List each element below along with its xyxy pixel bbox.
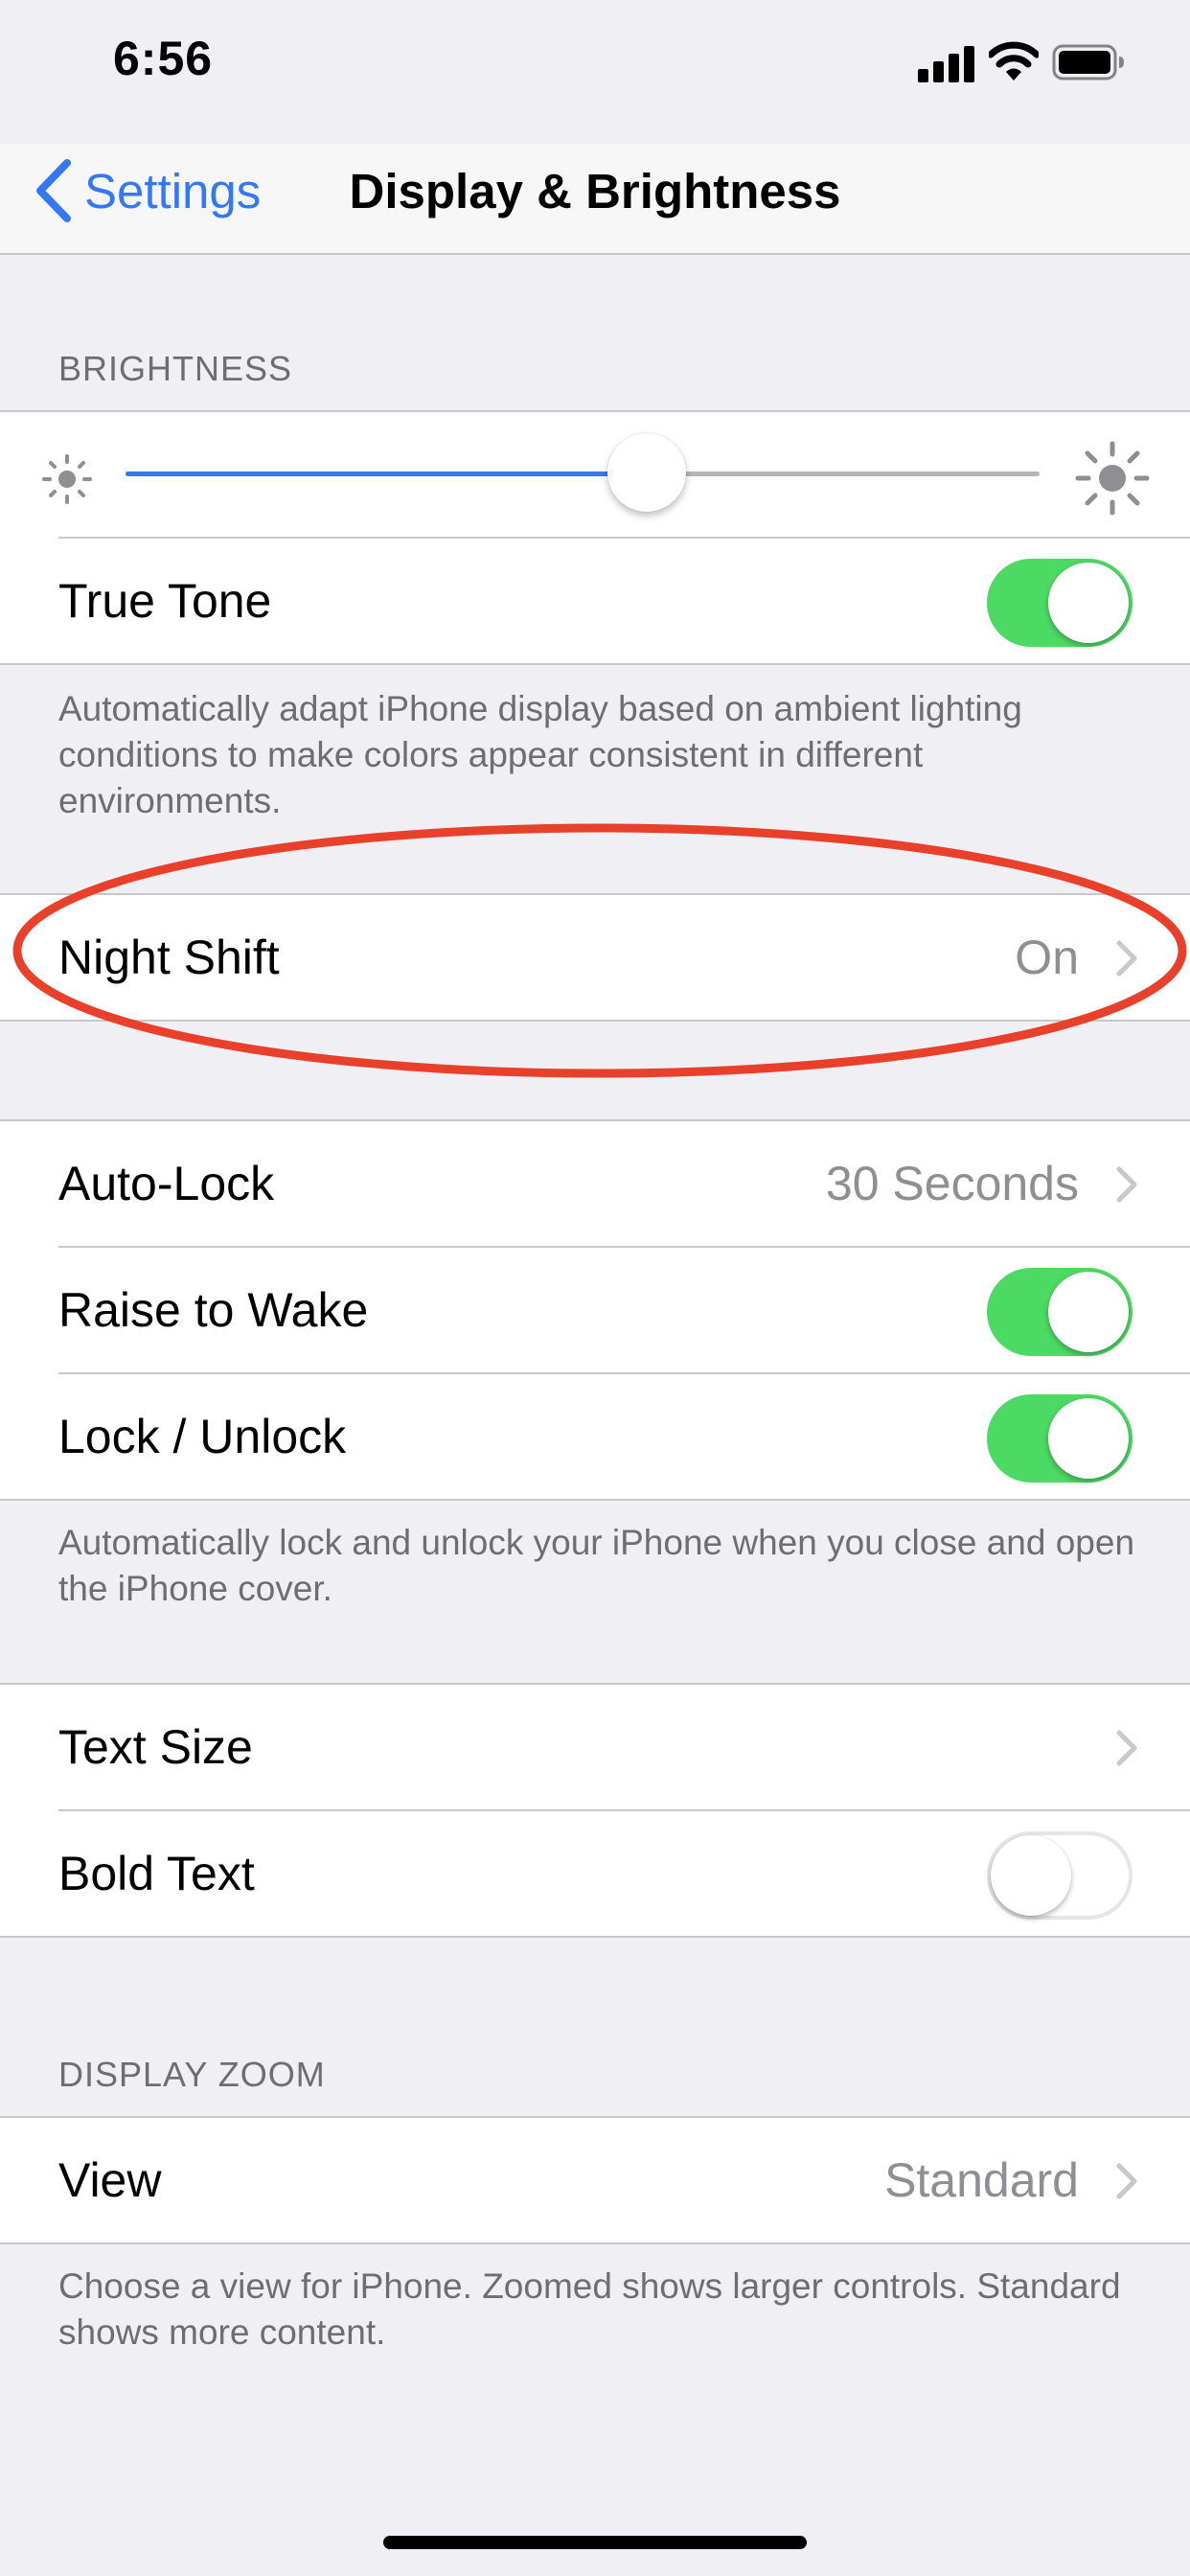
sun-small-icon <box>42 454 92 504</box>
true-tone-row[interactable]: True Tone <box>0 539 1190 663</box>
brightness-slider-thumb[interactable] <box>606 433 686 512</box>
lock-unlock-footer: Automatically lock and unlock your iPhon… <box>58 1523 1135 1608</box>
lock-unlock-row[interactable]: Lock / Unlock <box>0 1374 1190 1499</box>
toggle-knob <box>1048 1398 1129 1479</box>
raise-to-wake-label: Raise to Wake <box>58 1283 369 1337</box>
auto-lock-label: Auto-Lock <box>58 1157 275 1210</box>
section-header-brightness: BRIGHTNESS <box>58 349 293 388</box>
status-time: 6:56 <box>113 32 214 85</box>
view-label: View <box>58 2153 162 2207</box>
true-tone-toggle[interactable] <box>987 559 1133 647</box>
home-indicator[interactable] <box>383 2536 807 2549</box>
bold-text-row[interactable]: Bold Text <box>0 1811 1190 1936</box>
display-zoom-footer: Choose a view for iPhone. Zoomed shows l… <box>58 2266 1121 2352</box>
view-row[interactable]: View Standard <box>0 2118 1190 2242</box>
annotation-ellipse <box>12 823 1187 1078</box>
auto-lock-row[interactable]: Auto-Lock 30 Seconds <box>0 1121 1190 1246</box>
raise-to-wake-toggle[interactable] <box>987 1268 1133 1356</box>
toggle-knob <box>1048 1272 1129 1352</box>
toggle-knob <box>1048 563 1129 643</box>
raise-to-wake-row[interactable]: Raise to Wake <box>0 1248 1190 1372</box>
text-group: Text Size Bold Text <box>0 1683 1190 1938</box>
auto-lock-value: 30 Seconds <box>825 1157 1079 1210</box>
true-tone-footer: Automatically adapt iPhone display based… <box>58 689 1022 820</box>
section-header-display-zoom: DISPLAY ZOOM <box>58 2055 326 2094</box>
brightness-slider-fill <box>126 472 647 476</box>
text-size-row[interactable]: Text Size <box>0 1685 1190 1809</box>
brightness-slider-row <box>0 412 1190 537</box>
cellular-signal-icon <box>918 44 975 82</box>
sun-large-icon <box>1075 441 1150 516</box>
battery-icon <box>1052 44 1124 80</box>
toggle-knob <box>991 1835 1071 1916</box>
bold-text-toggle[interactable] <box>987 1831 1133 1920</box>
bold-text-label: Bold Text <box>58 1847 255 1900</box>
page-title: Display & Brightness <box>349 164 841 218</box>
brightness-group: True Tone <box>0 410 1190 665</box>
wifi-icon <box>989 41 1039 80</box>
lock-unlock-label: Lock / Unlock <box>58 1410 347 1463</box>
lock-unlock-toggle[interactable] <box>987 1394 1133 1483</box>
view-value: Standard <box>884 2153 1079 2207</box>
brightness-slider[interactable] <box>126 433 1040 512</box>
chevron-right-icon <box>1116 1166 1137 1203</box>
chevron-right-icon <box>1116 1730 1137 1766</box>
display-zoom-group: View Standard <box>0 2116 1190 2244</box>
text-size-label: Text Size <box>58 1720 253 1774</box>
true-tone-label: True Tone <box>58 574 272 628</box>
lock-group: Auto-Lock 30 Seconds Raise to Wake Lock … <box>0 1119 1190 1501</box>
chevron-right-icon <box>1116 2163 1137 2199</box>
